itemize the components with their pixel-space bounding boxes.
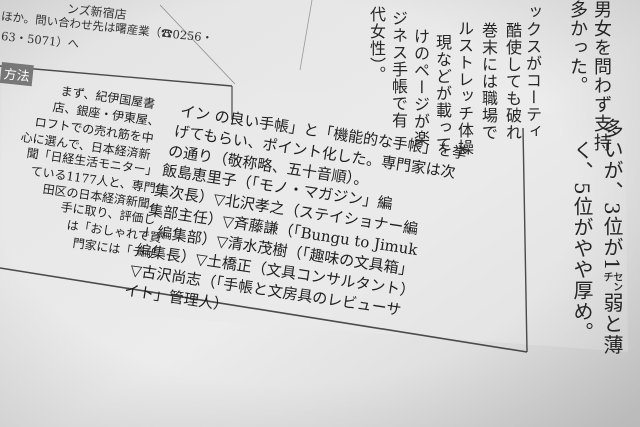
right-col: 巻末には職場で: [479, 22, 498, 141]
right-col: けのページが楽: [411, 28, 430, 147]
far-right-line1: 多いが、3位が1㌢弱と薄: [600, 118, 624, 356]
right-col: 多かった。: [567, 0, 588, 95]
newspaper-photo: ンズ新宿店 ほか。問い合わせ先は曙産業（☎0256・ 63・5071）へ 方法 …: [0, 0, 640, 427]
far-right-line2: く、5位がやや厚め。: [570, 140, 594, 343]
right-col: 現などが載って: [433, 34, 452, 153]
section-header: 方法: [0, 62, 34, 87]
right-col: 酷使しても破れ: [503, 22, 522, 141]
right-col: ルストレッチ体操: [455, 20, 474, 156]
right-col: ジネス手帳で有: [389, 10, 408, 129]
right-col: 代女性）。: [367, 6, 386, 83]
